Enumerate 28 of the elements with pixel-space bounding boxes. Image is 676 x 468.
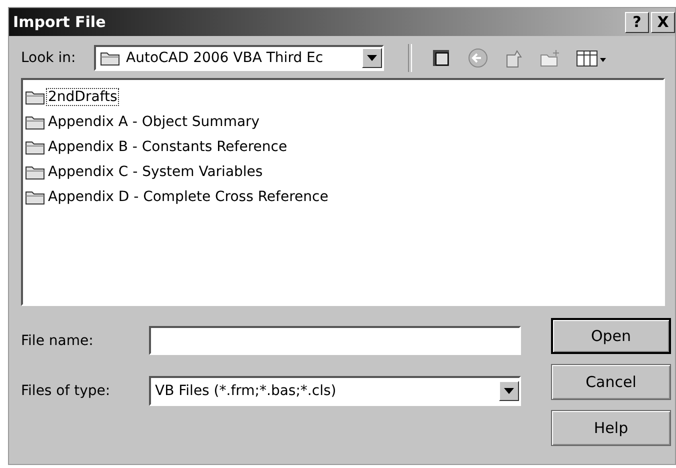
folder-item[interactable]: Appendix D - Complete Cross Reference (47, 188, 330, 204)
caret-icon (367, 55, 377, 61)
dialog-button[interactable]: Cancel (551, 364, 671, 400)
file-type-dropdown[interactable]: VB Files (*.frm;*.bas;*.cls) (149, 376, 521, 406)
folder-item[interactable]: Appendix C - System Variables (47, 164, 264, 180)
folder-icon (25, 138, 45, 154)
folder-icon (25, 188, 45, 204)
folder-item[interactable]: Appendix A - Object Summary (47, 114, 261, 130)
look-in-dropdown[interactable]: AutoCAD 2006 VBA Third Ec (94, 45, 384, 71)
folder-icon (25, 114, 45, 130)
folder-icon (100, 50, 120, 66)
folder-icon (25, 88, 45, 104)
back-icon[interactable] (466, 46, 490, 70)
file-name-field[interactable] (149, 326, 521, 355)
folder-icon (25, 164, 45, 180)
file-type-label: Files of type: (21, 383, 112, 399)
file-name-label: File name: (21, 332, 94, 348)
dialog-button[interactable]: Help (551, 410, 671, 446)
look-in-label: Look in: (21, 50, 77, 66)
folder-item[interactable]: Appendix B - Constants Reference (47, 138, 288, 154)
window-title: Import File (13, 13, 106, 31)
close-button[interactable]: X (651, 12, 675, 32)
folder-item[interactable]: 2ndDrafts (47, 88, 118, 104)
dropdown-button[interactable] (362, 48, 382, 68)
caret-icon (504, 388, 514, 394)
help-button[interactable]: ? (625, 12, 649, 32)
dialog-button[interactable]: Open (551, 318, 671, 354)
dropdown-button[interactable] (499, 381, 519, 401)
